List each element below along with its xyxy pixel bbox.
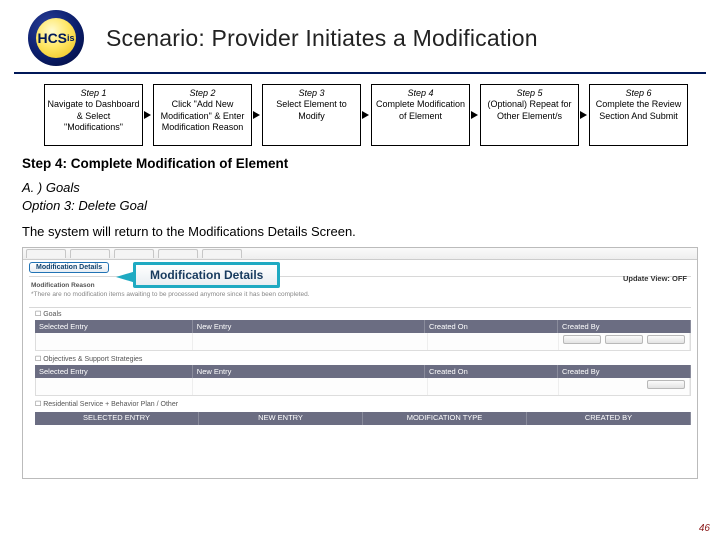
step-4: Step 4 Complete Modification of Element: [371, 84, 470, 146]
note-text: *There are no modification items awaitin…: [31, 291, 689, 299]
bottom-col: MODIFICATION TYPE: [363, 412, 527, 425]
slide-header: HCSis Scenario: Provider Initiates a Mod…: [14, 0, 706, 74]
step-title: Step 5: [483, 88, 576, 99]
step-title: Step 4: [374, 88, 467, 99]
row-button[interactable]: [605, 335, 643, 344]
checkbox-goals[interactable]: ☐ Goals: [35, 310, 691, 318]
col-new-entry: New Entry: [193, 320, 425, 333]
step-text: (Optional) Repeat for Other Element/s: [483, 99, 576, 122]
checkbox-objectives[interactable]: ☐ Objectives & Support Strategies: [35, 355, 691, 363]
step4-heading: Step 4: Complete Modification of Element: [22, 156, 698, 171]
row-button[interactable]: [563, 335, 601, 344]
tab[interactable]: [158, 249, 198, 258]
col-created-on: Created On: [425, 365, 558, 378]
arrow-icon: [470, 84, 480, 146]
step-3: Step 3 Select Element to Modify: [262, 84, 361, 146]
step-text: Navigate to Dashboard & Select "Modifica…: [47, 99, 140, 133]
description: The system will return to the Modificati…: [22, 224, 698, 239]
table-row: [35, 333, 691, 351]
table-row: [35, 378, 691, 396]
step-1: Step 1 Navigate to Dashboard & Select "M…: [44, 84, 143, 146]
step-text: Click "Add New Modification" & Enter Mod…: [156, 99, 249, 133]
col-created-by: Created By: [558, 320, 691, 333]
bottom-bar: SELECTED ENTRY NEW ENTRY MODIFICATION TY…: [35, 412, 691, 425]
grid-header: Selected Entry New Entry Created On Crea…: [35, 320, 691, 333]
step-2: Step 2 Click "Add New Modification" & En…: [153, 84, 252, 146]
arrow-icon: [143, 84, 153, 146]
update-view-label: Update View: OFF: [623, 274, 687, 283]
col-new-entry: New Entry: [193, 365, 425, 378]
step-text: Select Element to Modify: [265, 99, 358, 122]
tab[interactable]: [202, 249, 242, 258]
col-selected-entry: Selected Entry: [35, 365, 193, 378]
bottom-col: CREATED BY: [527, 412, 691, 425]
checkbox-residential[interactable]: ☐ Residential Service + Behavior Plan / …: [35, 400, 691, 408]
slide-body: Step 4: Complete Modification of Element…: [0, 146, 720, 239]
objectives-grid: ☐ Objectives & Support Strategies Select…: [35, 355, 691, 396]
callout-modification-details: Modification Details: [133, 262, 280, 288]
tab[interactable]: [114, 249, 154, 258]
sub-option: Option 3: Delete Goal: [22, 197, 698, 215]
col-created-by: Created By: [558, 365, 691, 378]
row-button[interactable]: [647, 380, 685, 389]
step-text: Complete Modification of Element: [374, 99, 467, 122]
slide-title: Scenario: Provider Initiates a Modificat…: [106, 25, 538, 52]
col-selected-entry: Selected Entry: [35, 320, 193, 333]
step-6: Step 6 Complete the Review Section And S…: [589, 84, 688, 146]
bottom-col: SELECTED ENTRY: [35, 412, 199, 425]
step-title: Step 2: [156, 88, 249, 99]
grid-header: Selected Entry New Entry Created On Crea…: [35, 365, 691, 378]
bottom-col: NEW ENTRY: [199, 412, 363, 425]
step-title: Step 3: [265, 88, 358, 99]
section-label: Modification Reason: [31, 282, 689, 290]
arrow-icon: [579, 84, 589, 146]
arrow-icon: [252, 84, 262, 146]
selected-subtab[interactable]: Modification Details: [29, 262, 109, 273]
tab-bar: [23, 248, 697, 260]
app-screenshot: Modification Details Update View: OFF Mo…: [22, 247, 698, 479]
arrow-icon: [361, 84, 371, 146]
tab[interactable]: [70, 249, 110, 258]
process-flow: Step 1 Navigate to Dashboard & Select "M…: [0, 84, 720, 146]
goals-grid: ☐ Goals Selected Entry New Entry Created…: [35, 310, 691, 351]
page-number: 46: [699, 523, 710, 534]
col-created-on: Created On: [425, 320, 558, 333]
row-button[interactable]: [647, 335, 685, 344]
step-text: Complete the Review Section And Submit: [592, 99, 685, 122]
step-title: Step 1: [47, 88, 140, 99]
hcsis-logo: HCSis: [28, 10, 84, 66]
residential-grid: ☐ Residential Service + Behavior Plan / …: [35, 400, 691, 408]
sub-goals: A. ) Goals: [22, 179, 698, 197]
step-5: Step 5 (Optional) Repeat for Other Eleme…: [480, 84, 579, 146]
step-title: Step 6: [592, 88, 685, 99]
tab[interactable]: [26, 249, 66, 258]
